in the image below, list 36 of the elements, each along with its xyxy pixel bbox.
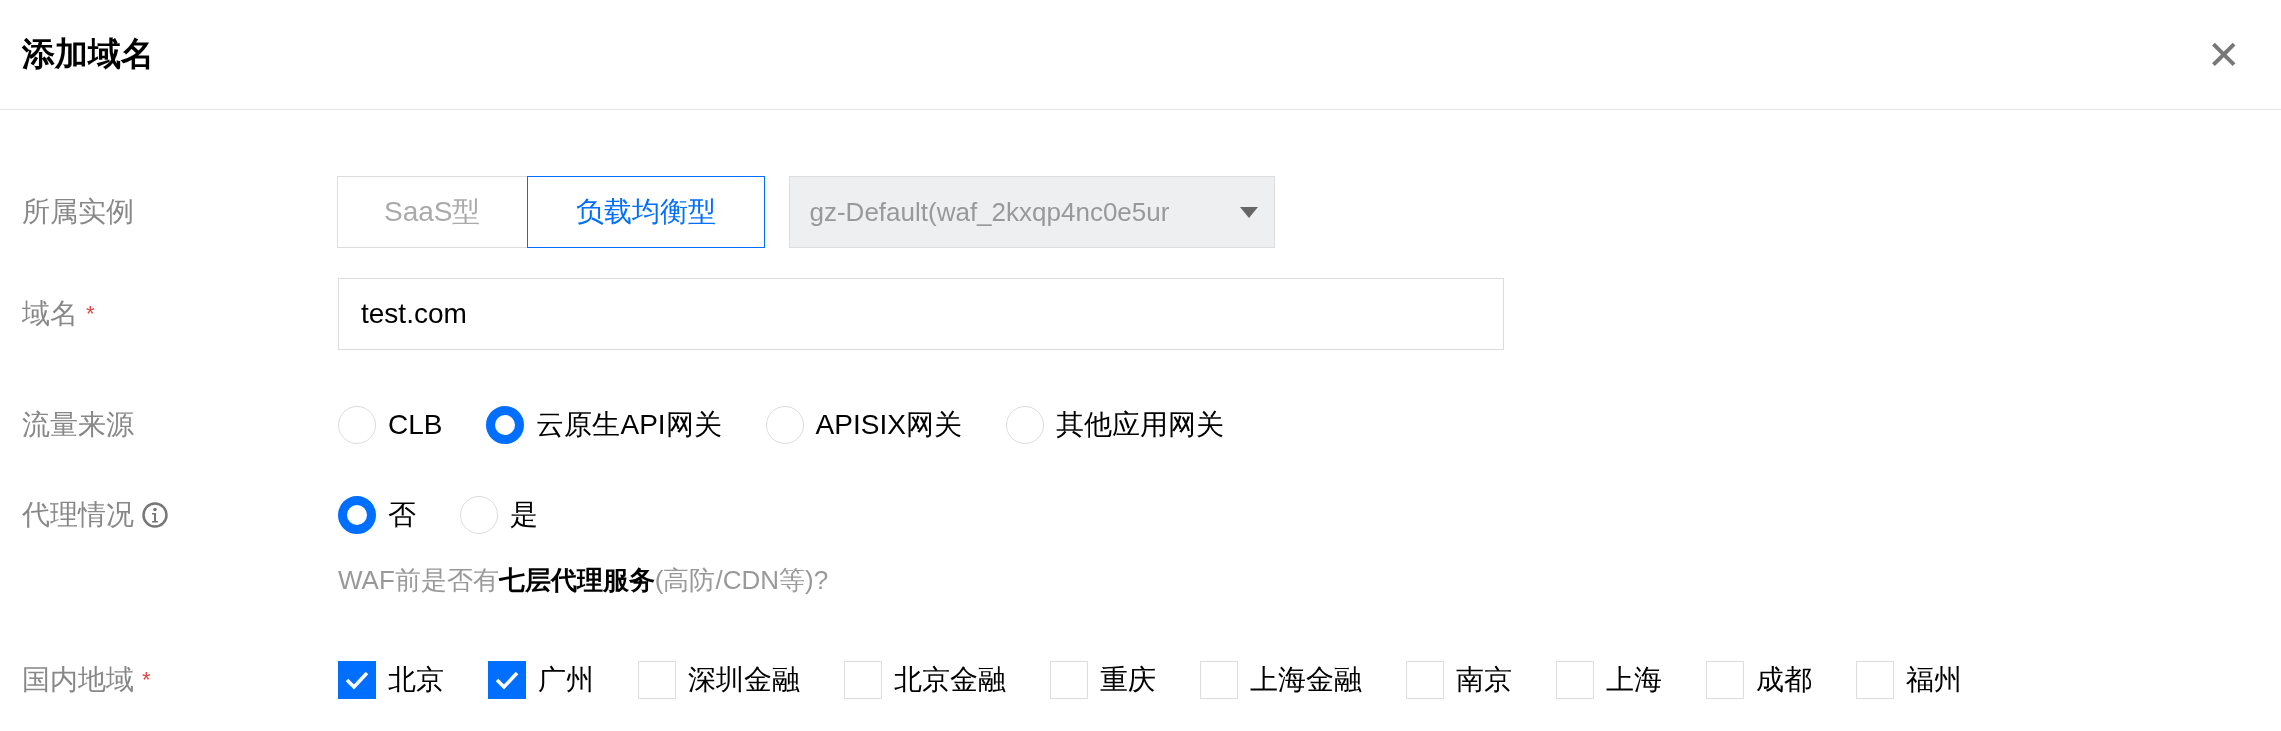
caret-icon bbox=[1239, 206, 1258, 218]
radio-option[interactable]: 云原生API网关 bbox=[486, 406, 722, 444]
radio-button[interactable] bbox=[338, 496, 376, 534]
required-mark: * bbox=[86, 301, 95, 327]
field-label: 域名 bbox=[22, 297, 78, 331]
radio-option[interactable]: 其他应用网关 bbox=[1005, 406, 1224, 444]
checkbox[interactable] bbox=[338, 661, 376, 699]
radio-option[interactable]: 否 bbox=[338, 496, 416, 534]
region-checkbox-option[interactable]: 福州 bbox=[1856, 661, 1962, 699]
domain-input[interactable]: test.com bbox=[338, 278, 1504, 350]
radio-option[interactable]: CLB bbox=[338, 406, 443, 444]
close-button[interactable]: ✕ bbox=[2207, 34, 2259, 75]
dialog-title: 添加域名 bbox=[22, 34, 154, 74]
region-checkbox-option[interactable]: 深圳金融 bbox=[638, 661, 800, 699]
region-checkbox-option[interactable]: 南京 bbox=[1406, 661, 1512, 699]
region-checkbox-option[interactable]: 上海 bbox=[1556, 661, 1662, 699]
checkbox[interactable] bbox=[488, 661, 526, 699]
region-checkbox-option[interactable]: 广州 bbox=[488, 661, 594, 699]
hint-text: WAF前是否有七层代理服务(高防/CDN等)? bbox=[338, 564, 829, 597]
required-mark: * bbox=[142, 667, 151, 693]
field-label: 流量来源 bbox=[22, 408, 134, 442]
region-checkbox-option[interactable]: 上海金融 bbox=[1200, 661, 1362, 699]
check-icon bbox=[345, 670, 369, 690]
region-checkbox-option[interactable]: 成都 bbox=[1706, 661, 1812, 699]
radio-button[interactable] bbox=[486, 406, 525, 444]
field-label: 国内地域 bbox=[22, 663, 134, 697]
region-checkbox-option[interactable]: 重庆 bbox=[1050, 661, 1156, 699]
segment-tab[interactable]: 负载均衡型 bbox=[526, 176, 765, 248]
field-label: 代理情况 bbox=[22, 498, 134, 532]
region-checkbox-option[interactable]: 北京金融 bbox=[844, 661, 1006, 699]
radio-option[interactable]: 是 bbox=[460, 496, 538, 534]
radio-option[interactable]: APISIX网关 bbox=[765, 406, 962, 444]
field-label: 所属实例 bbox=[22, 195, 134, 229]
check-icon bbox=[495, 670, 519, 690]
info-icon[interactable] bbox=[142, 502, 168, 528]
region-checkbox-option[interactable]: 北京 bbox=[338, 661, 444, 699]
